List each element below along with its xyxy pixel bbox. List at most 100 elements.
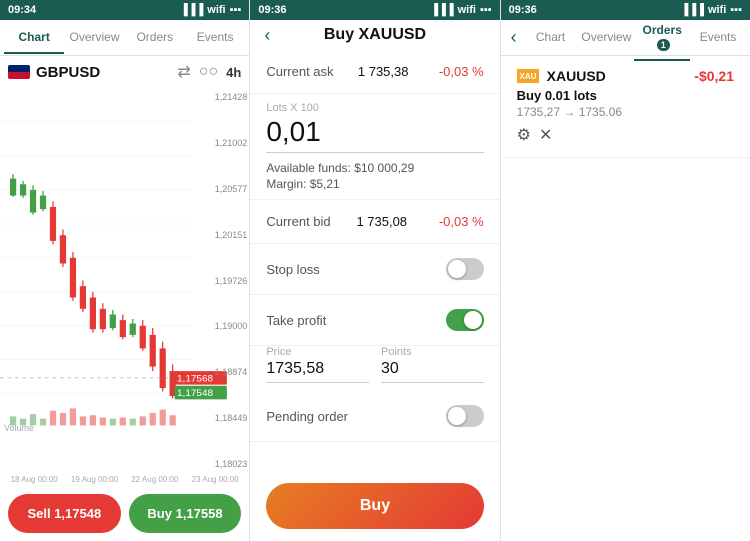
tab-chart-3[interactable]: Chart <box>523 22 579 54</box>
price-label-4: 1,20151 <box>199 230 247 240</box>
current-bid-change: -0,03 % <box>439 214 484 229</box>
buy-title: Buy XAUUSD <box>324 26 426 44</box>
lots-section: Lots X 100 0,01 Available funds: $10 000… <box>250 94 499 200</box>
chart-controls: ⇄ ○○ 4h <box>177 62 241 82</box>
price-label-1: 1,21428 <box>199 92 247 102</box>
date-3: 22 Aug 00:00 <box>131 475 178 484</box>
stop-loss-toggle[interactable] <box>446 258 484 280</box>
available-funds: Available funds: $10 000,29 <box>266 161 483 175</box>
available-funds-value: $10 000,29 <box>354 161 414 175</box>
orders-badge: 1 <box>657 39 670 51</box>
buy-button-container: Buy <box>250 471 499 541</box>
tab-events-3[interactable]: Events <box>690 22 746 54</box>
current-bid-row: Current bid 1 735,08 -0,03 % <box>266 208 483 235</box>
time-2: 09:36 <box>258 4 286 16</box>
pending-order-label: Pending order <box>266 409 348 424</box>
buy-panel-header: ‹ Buy XAUUSD <box>250 20 499 50</box>
gbp-flag <box>8 65 30 79</box>
price-label-3: 1,20577 <box>199 184 247 194</box>
chart-panel: 09:34 ▐▐▐ wifi ▪▪▪ Chart Overview Orders… <box>0 0 250 541</box>
shuffle-icon[interactable]: ⇄ <box>177 62 190 82</box>
price-col: Price 1735,58 <box>266 346 369 383</box>
current-ask-label: Current ask <box>266 64 333 79</box>
points-col: Points 30 <box>381 346 484 383</box>
buy-back-button[interactable]: ‹ <box>258 25 276 46</box>
order-close-button[interactable]: ✕ <box>539 125 552 145</box>
buy-chart-button[interactable]: Buy 1,17558 <box>129 494 242 533</box>
price-value-field[interactable]: 1735,58 <box>266 360 369 378</box>
current-ask-value: 1 735,38 <box>358 64 409 79</box>
pair-name: GBPUSD <box>36 64 100 81</box>
price-labels: 1,21428 1,21002 1,20577 1,20151 1,19726 … <box>197 88 249 473</box>
status-bar-1: 09:34 ▐▐▐ wifi ▪▪▪ <box>0 0 249 20</box>
order-pair-name: XAUUSD <box>547 68 606 84</box>
sell-button[interactable]: Sell 1,17548 <box>8 494 121 533</box>
take-profit-section: Take profit <box>250 295 499 346</box>
buy-submit-button[interactable]: Buy <box>266 483 483 529</box>
current-ask-section: Current ask 1 735,38 -0,03 % <box>250 50 499 94</box>
signal-icon-2: ▐▐▐ <box>430 4 453 16</box>
order-lots: Buy 0.01 lots <box>517 88 734 103</box>
tab-bar-1: Chart Overview Orders Events <box>0 20 249 56</box>
status-bar-2: 09:36 ▐▐▐ wifi ▪▪▪ <box>250 0 499 20</box>
clock-icon: ○○ <box>199 63 218 81</box>
available-funds-label: Available funds: <box>266 161 351 175</box>
tab-overview-1[interactable]: Overview <box>64 22 124 54</box>
battery-icon-2: ▪▪▪ <box>480 4 492 16</box>
take-profit-toggle[interactable] <box>446 309 484 331</box>
chart-header: GBPUSD ⇄ ○○ 4h <box>0 56 249 88</box>
time-3: 09:36 <box>509 4 537 16</box>
current-ask-change: -0,03 % <box>439 64 484 79</box>
price-label-5: 1,19726 <box>199 276 247 286</box>
wifi-icon: wifi <box>207 4 225 16</box>
orders-back-button[interactable]: ‹ <box>505 27 523 48</box>
pending-order-row: Pending order <box>266 399 483 433</box>
lots-value[interactable]: 0,01 <box>266 116 483 153</box>
price-label-2: 1,21002 <box>199 138 247 148</box>
lots-label: Lots X 100 <box>266 102 483 114</box>
price-label-6: 1,19000 <box>199 321 247 331</box>
date-1: 18 Aug 00:00 <box>11 475 58 484</box>
battery-icon-3: ▪▪▪ <box>730 4 742 16</box>
orders-panel: 09:36 ▐▐▐ wifi ▪▪▪ ‹ Chart Overview Orde… <box>501 0 750 541</box>
price-label-8: 1,18449 <box>199 413 247 423</box>
order-settings-button[interactable]: ⚙ <box>517 125 531 145</box>
chart-bottom-buttons: Sell 1,17548 Buy 1,17558 <box>0 486 249 541</box>
current-bid-value: 1 735,08 <box>356 214 407 229</box>
tab-chart-1[interactable]: Chart <box>4 22 64 54</box>
tab-events-1[interactable]: Events <box>185 22 245 54</box>
margin-info: Margin: $5,21 <box>266 177 483 191</box>
tab-orders-3[interactable]: Orders 1 <box>634 15 690 61</box>
points-label: Points <box>381 346 484 358</box>
wifi-icon-2: wifi <box>458 4 476 16</box>
order-prices: 1735,27 → 1735.06 <box>517 105 734 119</box>
take-profit-label: Take profit <box>266 313 326 328</box>
pending-order-toggle[interactable] <box>446 405 484 427</box>
chart-area: 1,17568 1,17548 1,21428 1,21002 1,20577 … <box>0 88 249 473</box>
current-bid-section: Current bid 1 735,08 -0,03 % <box>250 200 499 244</box>
xau-flag: XAU <box>517 69 539 83</box>
order-item-1: XAU XAUUSD -$0,21 Buy 0.01 lots 1735,27 … <box>501 56 750 158</box>
signal-icon: ▐▐▐ <box>180 4 203 16</box>
date-labels: 18 Aug 00:00 19 Aug 00:00 22 Aug 00:00 2… <box>0 473 249 486</box>
price-label-field: Price <box>266 346 369 358</box>
battery-icon: ▪▪▪ <box>230 4 242 16</box>
tab-bar-3: ‹ Chart Overview Orders 1 Events <box>501 20 750 56</box>
points-value[interactable]: 30 <box>381 360 484 378</box>
date-2: 19 Aug 00:00 <box>71 475 118 484</box>
status-icons-1: ▐▐▐ wifi ▪▪▪ <box>180 4 241 16</box>
time-1: 09:34 <box>8 4 36 16</box>
margin-value: $5,21 <box>310 177 340 191</box>
buy-panel: 09:36 ▐▐▐ wifi ▪▪▪ ‹ Buy XAUUSD Current … <box>250 0 500 541</box>
stop-loss-row: Stop loss <box>266 252 483 286</box>
current-bid-label: Current bid <box>266 214 330 229</box>
status-icons-2: ▐▐▐ wifi ▪▪▪ <box>430 4 491 16</box>
tab-orders-1[interactable]: Orders <box>125 22 185 54</box>
order-actions: ⚙ ✕ <box>517 125 734 145</box>
tab-overview-3[interactable]: Overview <box>578 22 634 54</box>
pending-order-section: Pending order <box>250 391 499 442</box>
timeframe[interactable]: 4h <box>226 65 241 80</box>
stop-loss-label: Stop loss <box>266 262 319 277</box>
volume-label: Volume <box>4 423 34 433</box>
order-pnl: -$0,21 <box>694 68 734 84</box>
